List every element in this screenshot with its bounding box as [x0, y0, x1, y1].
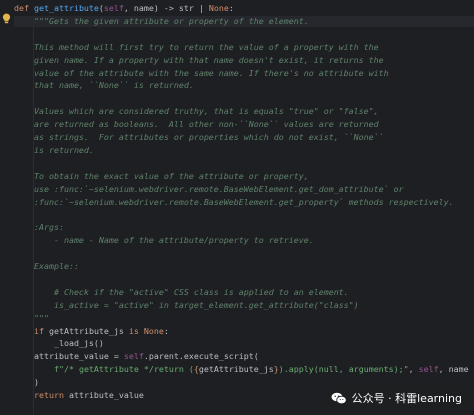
- code-token: value of the attribute with the same nam…: [14, 67, 389, 78]
- code-token: is: [128, 325, 144, 336]
- code-token: , name) -> str |: [123, 3, 209, 13]
- code-token: attribute_value =: [14, 351, 124, 362]
- code-token: _load_js(): [14, 338, 104, 349]
- code-line[interactable]: Example::: [14, 261, 474, 272]
- code-token: is_active = "active" in target_element.g…: [14, 299, 359, 310]
- code-line[interactable]: ): [14, 377, 474, 388]
- code-line[interactable]: To obtain the exact value of the attribu…: [14, 171, 474, 182]
- code-token: This method will first try to return the…: [14, 41, 379, 52]
- watermark-text: 公众号 · 科雷learning: [351, 392, 462, 405]
- code-token: None: [208, 3, 229, 13]
- code-token: ).apply(null, arguments);": [278, 364, 409, 375]
- code-line[interactable]: value of the attribute with the same nam…: [14, 68, 474, 79]
- watermark: 公众号 · 科雷learning: [326, 389, 466, 407]
- code-line[interactable]: if getAttribute_js is None:: [14, 326, 474, 337]
- code-line[interactable]: are returned as booleans. All other non-…: [14, 119, 474, 130]
- code-token: # Check if the "active" CSS class is app…: [14, 286, 349, 297]
- code-line[interactable]: is_active = "active" in target_element.g…: [14, 300, 474, 311]
- code-token: :: [163, 325, 169, 336]
- code-line[interactable]: use :func:`~selenium.webdriver.remote.Ba…: [14, 184, 474, 195]
- code-token: given name. If a property with that name…: [14, 54, 384, 65]
- bulb-icon[interactable]: [2, 13, 11, 24]
- code-token: - name - Name of the attribute/property …: [14, 235, 314, 246]
- code-line[interactable]: f"/* getAttribute */return ({getAttribut…: [14, 364, 474, 375]
- code-token: Values which are considered truthy, that…: [14, 106, 379, 117]
- code-token: f"/* getAttribute */return (: [53, 364, 194, 375]
- code-line[interactable]: Values which are considered truthy, that…: [14, 106, 474, 117]
- code-line[interactable]: """Gets the given attribute or property …: [14, 15, 474, 27]
- code-line[interactable]: that name, ``None`` is returned.: [14, 80, 474, 91]
- code-line[interactable]: [14, 209, 474, 220]
- code-line[interactable]: [14, 274, 474, 285]
- code-token: :: [228, 3, 234, 13]
- code-token: self: [123, 351, 144, 362]
- code-token: ,: [408, 364, 419, 375]
- code-line[interactable]: [14, 93, 474, 104]
- code-token: are returned as booleans. All other non-…: [14, 119, 379, 130]
- code-token: Example::: [14, 261, 79, 271]
- code-line[interactable]: """: [14, 313, 474, 324]
- code-line[interactable]: attribute_value = self.parent.execute_sc…: [14, 351, 474, 362]
- code-editor[interactable]: def get_attribute(self, name) -> str | N…: [14, 0, 474, 415]
- code-line[interactable]: # Check if the "active" CSS class is app…: [14, 287, 474, 298]
- code-token: :Args:: [14, 222, 64, 233]
- code-token: None: [143, 325, 164, 336]
- code-token: getAttribute_js: [48, 325, 129, 336]
- code-token: return: [33, 390, 69, 400]
- code-token: if: [33, 325, 49, 336]
- code-token: self: [103, 3, 124, 13]
- code-token: getAttribute_js: [198, 364, 274, 375]
- code-token: self: [418, 364, 439, 375]
- code-line[interactable]: def get_attribute(self, name) -> str | N…: [14, 3, 474, 14]
- code-line[interactable]: :Args:: [14, 222, 474, 233]
- code-line[interactable]: [14, 248, 474, 259]
- wechat-icon: [331, 392, 347, 404]
- code-line[interactable]: given name. If a property with that name…: [14, 55, 474, 66]
- code-token: """Gets the given attribute or property …: [14, 15, 309, 26]
- code-line[interactable]: :func:`~selenium.webdriver.remote.BaseWe…: [14, 197, 474, 208]
- code-token: def: [14, 3, 34, 13]
- code-line[interactable]: This method will first try to return the…: [14, 42, 474, 53]
- code-token: is returned.: [14, 144, 94, 155]
- code-token: ): [14, 377, 39, 388]
- code-token: get_attribute: [33, 3, 99, 13]
- code-token: attribute_value: [68, 390, 144, 400]
- code-line[interactable]: _load_js(): [14, 338, 474, 349]
- code-line[interactable]: - name - Name of the attribute/property …: [14, 235, 474, 246]
- code-token: as strings. For attributes or properties…: [14, 132, 384, 142]
- code-line[interactable]: is returned.: [14, 145, 474, 156]
- editor-gutter: [0, 0, 14, 415]
- code-line[interactable]: as strings. For attributes or properties…: [14, 132, 474, 143]
- code-token: use :func:`~selenium.webdriver.remote.Ba…: [14, 183, 404, 194]
- code-token: To obtain the exact value of the attribu…: [14, 170, 309, 181]
- code-token: that name, ``None`` is returned.: [14, 80, 194, 91]
- code-token: .parent.execute_script(: [143, 351, 259, 362]
- code-token: """: [14, 312, 49, 323]
- code-line[interactable]: [14, 29, 474, 40]
- code-token: , name: [438, 364, 469, 375]
- code-token: :func:`~selenium.webdriver.remote.BaseWe…: [14, 196, 454, 207]
- code-line[interactable]: [14, 158, 474, 169]
